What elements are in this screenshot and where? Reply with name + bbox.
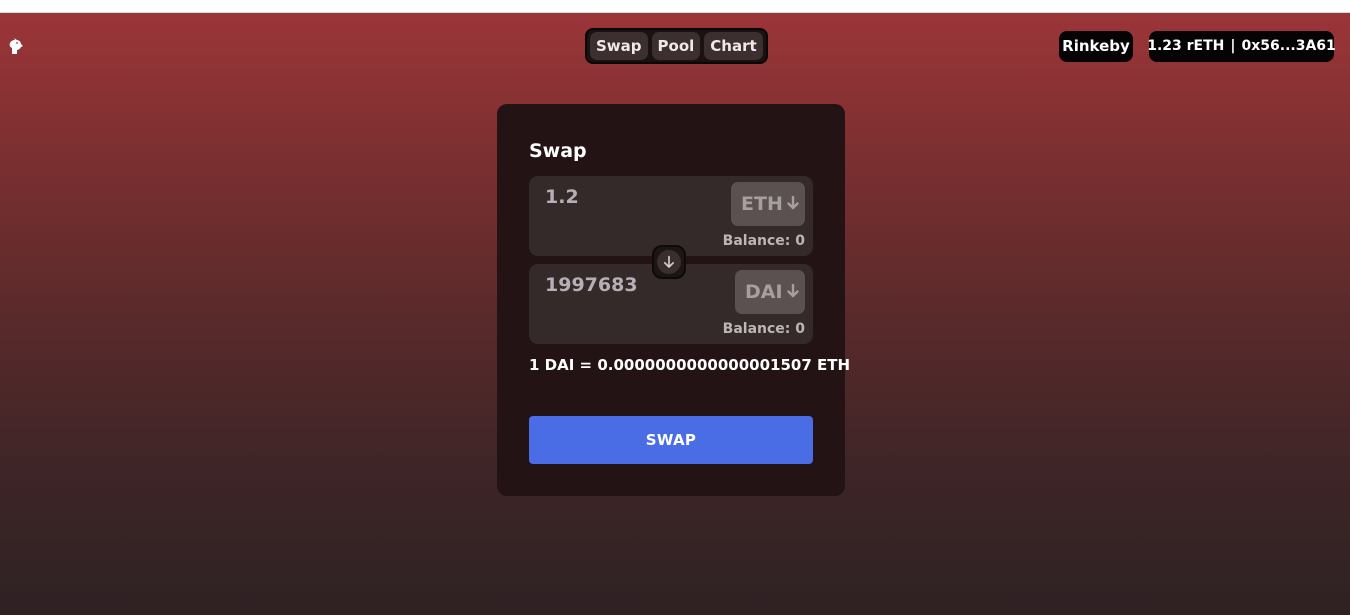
to-token-symbol: DAI: [745, 281, 783, 303]
to-token-select[interactable]: DAI: [735, 270, 805, 314]
nav-tabs: Swap Pool Chart: [585, 28, 768, 64]
network-badge[interactable]: Rinkeby: [1059, 31, 1133, 62]
swap-button[interactable]: SWAP: [529, 416, 813, 464]
exchange-rate: 1 DAI = 0.0000000000000001507 ETH: [529, 356, 851, 374]
swap-title: Swap: [529, 140, 587, 162]
tab-swap[interactable]: Swap: [590, 32, 648, 60]
from-token-field[interactable]: 1.2 ETH Balance: 0: [529, 176, 813, 256]
from-amount-input[interactable]: 1.2: [545, 186, 579, 208]
to-amount-input[interactable]: 1997683: [545, 274, 638, 296]
arrow-down-icon: [786, 193, 800, 215]
browser-top-strip: [0, 0, 1350, 13]
arrow-down-icon: [786, 281, 800, 303]
from-token-symbol: ETH: [741, 193, 783, 215]
account-separator: |: [1230, 38, 1236, 54]
swap-card: Swap 1.2 ETH Balance: 0 1997683 DAI Bala…: [497, 104, 851, 496]
flip-direction-button[interactable]: [652, 245, 686, 279]
account-balance: 1.23 rETH: [1147, 38, 1225, 54]
account-address: 0x56...3A61: [1241, 38, 1336, 54]
to-balance: Balance: 0: [722, 321, 805, 337]
from-token-select[interactable]: ETH: [731, 182, 805, 226]
arrow-down-icon: [657, 250, 681, 274]
tab-chart[interactable]: Chart: [704, 32, 763, 60]
tab-pool[interactable]: Pool: [651, 32, 701, 60]
app-background: Swap Pool Chart Rinkeby 1.23 rETH | 0x56…: [0, 13, 1350, 615]
from-balance: Balance: 0: [722, 233, 805, 249]
unicorn-icon[interactable]: [8, 37, 24, 55]
account-button[interactable]: 1.23 rETH | 0x56...3A61: [1147, 31, 1336, 62]
